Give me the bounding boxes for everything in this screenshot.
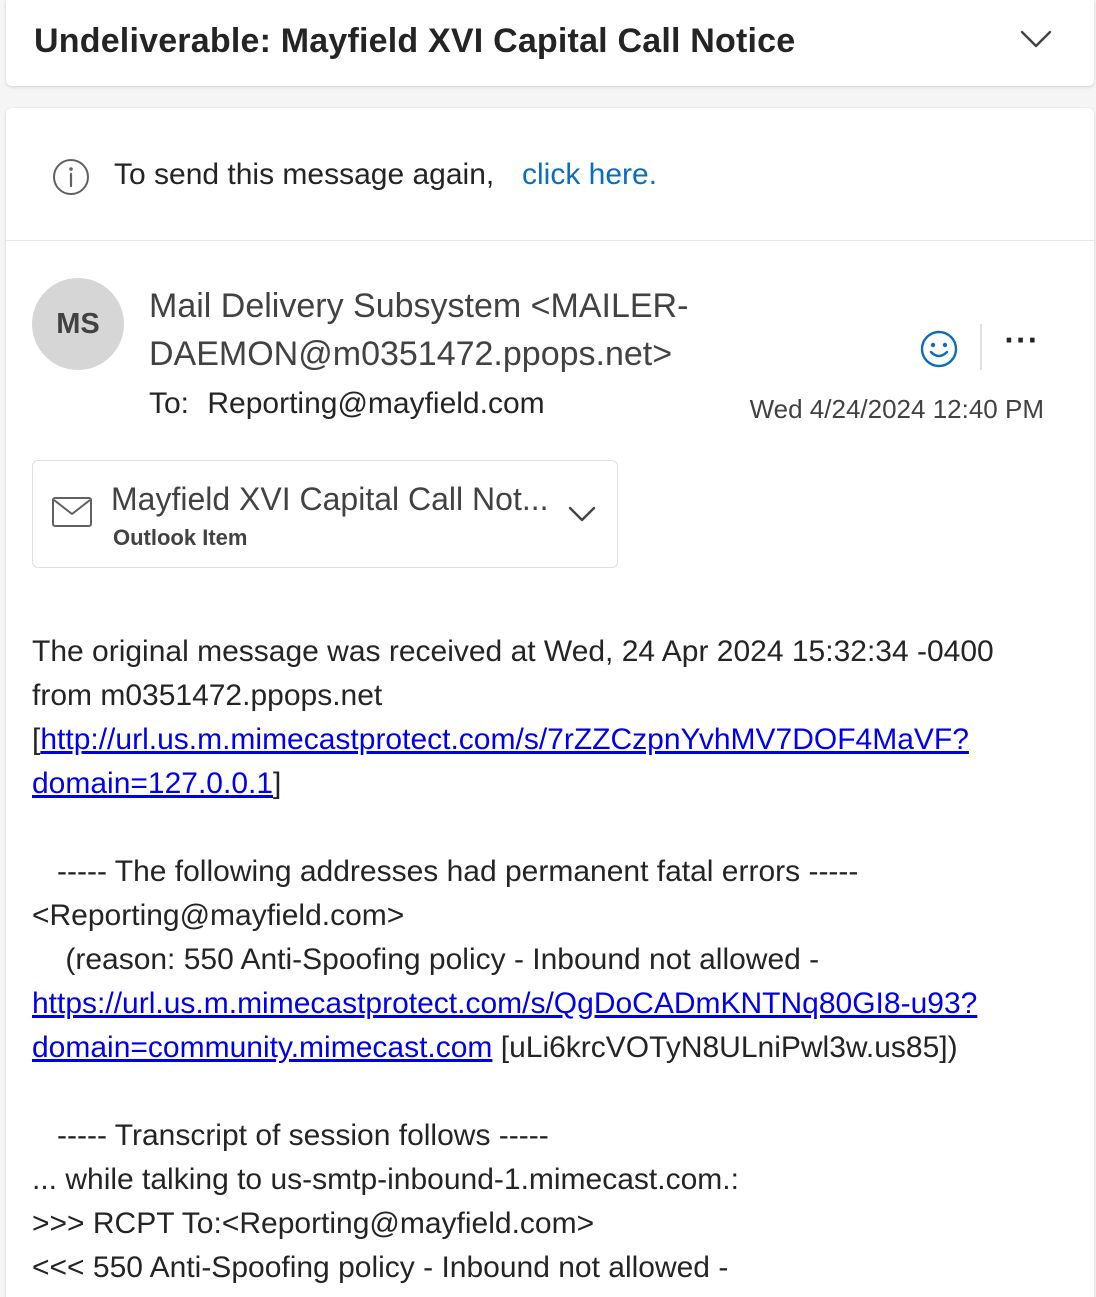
recipient-line: To: Reporting@mayfield.com (149, 387, 545, 421)
info-bar: To send this message again, click here. (6, 108, 1094, 241)
message-date: Wed 4/24/2024 12:40 PM (749, 394, 1044, 424)
body-line: ... while talking to us-smtp-inbound-1.m… (32, 1163, 739, 1196)
more-icon[interactable]: ··· (1002, 322, 1042, 368)
to-label: To: (149, 387, 190, 420)
body-line: >>> RCPT To:<Reporting@mayfield.com> (32, 1207, 595, 1240)
mimecast-link-2[interactable]: https://url.us.m.mimecastprotect.com/s/Q… (32, 987, 977, 1020)
mimecast-link-1[interactable]: http://url.us.m.mimecastprotect.com/s/7r… (40, 723, 969, 756)
info-icon (52, 158, 90, 196)
toolbar-divider (980, 324, 982, 370)
body-line: ----- The following addresses had perman… (32, 855, 859, 888)
body-line: [http://url.us.m.mimecastprotect.com/s/7… (32, 723, 969, 756)
attachment-name: Mayfield XVI Capital Call Not... (111, 481, 549, 517)
resend-link[interactable]: click here. (522, 158, 657, 192)
subject-title: Undeliverable: Mayfield XVI Capital Call… (34, 22, 796, 60)
message-card: To send this message again, click here. … (6, 108, 1094, 1297)
attachment-type: Outlook Item (113, 525, 248, 550)
mimecast-link-1-cont[interactable]: domain=127.0.0.1 (32, 767, 273, 800)
recipient-address[interactable]: Reporting@mayfield.com (207, 387, 544, 420)
body-line: The original message was received at Wed… (32, 635, 994, 668)
subject-header: Undeliverable: Mayfield XVI Capital Call… (6, 0, 1094, 86)
body-line: https://url.us.m.mimecastprotect.com/s/Q… (32, 982, 1082, 1026)
chevron-down-icon[interactable] (565, 499, 599, 529)
sender-name[interactable]: Mail Delivery Subsystem <MAILER- DAEMON@… (149, 282, 749, 378)
mail-icon (51, 495, 93, 529)
chevron-down-icon[interactable] (1018, 24, 1054, 54)
avatar[interactable]: MS (32, 278, 124, 370)
message-body: The original message was received at Wed… (32, 630, 1082, 1290)
body-line: domain=127.0.0.1] (32, 767, 282, 800)
body-line: ----- Transcript of session follows ----… (32, 1119, 549, 1152)
sender-line-1: Mail Delivery Subsystem <MAILER- (149, 287, 689, 325)
body-line: (reason: 550 Anti-Spoofing policy - Inbo… (32, 943, 820, 976)
mimecast-link-2-cont[interactable]: domain=community.mimecast.com (32, 1031, 492, 1064)
body-line: <Reporting@mayfield.com> (32, 899, 405, 932)
sender-line-2: DAEMON@m0351472.ppops.net> (149, 335, 673, 373)
smiley-icon[interactable] (918, 328, 960, 370)
body-line: <<< 550 Anti-Spoofing policy - Inbound n… (32, 1251, 729, 1284)
info-text: To send this message again, (114, 158, 495, 191)
body-line: from m0351472.ppops.net (32, 679, 383, 712)
attachment-card[interactable]: Mayfield XVI Capital Call Not... Outlook… (32, 460, 618, 568)
body-line: domain=community.mimecast.com [uLi6krcVO… (32, 1031, 958, 1064)
